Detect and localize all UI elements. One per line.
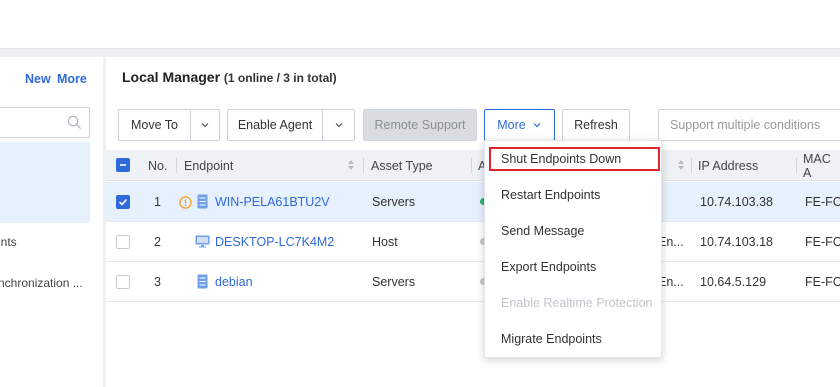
table-row[interactable]: 3 debian Servers En... 10.64.5.129 FE-FC <box>106 262 840 302</box>
enable-agent-button[interactable]: Enable Agent <box>227 109 322 141</box>
remote-support-button[interactable]: Remote Support <box>363 109 477 141</box>
chevron-down-icon <box>533 123 541 128</box>
mac-address: FE-FC <box>805 235 840 249</box>
table-row[interactable]: 1 WIN-PELA61BTU2V Servers 10.74.103.38 F… <box>106 182 840 222</box>
menu-item-migrate[interactable]: Migrate Endpoints <box>485 321 663 357</box>
group-item-selected[interactable] <box>0 142 90 223</box>
ip-address: 10.74.103.38 <box>700 195 773 209</box>
table-row[interactable]: 2 DESKTOP-LC7K4M2 Host En... 10.74.103.1… <box>106 222 840 262</box>
search-input[interactable]: Support multiple conditions <box>658 109 840 141</box>
menu-item-enable-realtime-protection: Enable Realtime Protection <box>501 296 653 310</box>
mac-address: FE-FC <box>805 195 840 209</box>
chevron-down-icon <box>201 123 209 128</box>
menu-item-shut-down[interactable]: Shut Endpoints Down <box>485 141 663 177</box>
sort-icon[interactable] <box>347 159 355 171</box>
column-mac-address[interactable]: MAC A <box>803 150 840 181</box>
check-icon <box>118 198 128 206</box>
menu-item-export[interactable]: Export Endpoints <box>485 249 663 285</box>
chevron-down-icon <box>335 123 342 128</box>
group-search-input[interactable] <box>0 107 90 138</box>
minus-icon <box>120 164 126 166</box>
endpoint-link[interactable]: debian <box>215 262 253 302</box>
column-no: No. <box>148 158 168 173</box>
main-panel: Local Manager (1 online / 3 in total) Mo… <box>106 57 840 387</box>
page-title: Local Manager (1 online / 3 in total) <box>122 69 337 85</box>
column-endpoint[interactable]: Endpoint <box>184 150 233 181</box>
endpoint-count: (1 online / 3 in total) <box>223 71 337 85</box>
asset-type: Host <box>372 235 398 249</box>
menu-item-restart[interactable]: Restart Endpoints <box>485 177 663 213</box>
server-icon <box>197 194 208 209</box>
row-number: 2 <box>154 235 161 249</box>
monitor-icon <box>195 235 210 248</box>
row-number: 1 <box>154 195 161 209</box>
column-asset-type[interactable]: Asset Type <box>371 150 433 181</box>
more-button-label: More <box>497 118 526 132</box>
group-item[interactable]: ints <box>0 235 17 249</box>
endpoint-link[interactable]: DESKTOP-LC7K4M2 <box>215 222 334 262</box>
row-checkbox[interactable] <box>116 195 130 209</box>
sort-icon[interactable] <box>677 159 685 171</box>
move-to-dropdown[interactable] <box>190 109 220 141</box>
ip-address: 10.74.103.18 <box>700 235 773 249</box>
row-number: 3 <box>154 275 161 289</box>
ip-address: 10.64.5.129 <box>700 275 767 289</box>
select-all-checkbox[interactable] <box>116 158 130 172</box>
top-bar <box>0 0 840 49</box>
more-button[interactable]: More <box>484 109 555 141</box>
more-dropdown-menu: Shut Endpoints Down Restart Endpoints Se… <box>484 140 662 358</box>
group-item[interactable]: nchronization ... <box>0 276 83 290</box>
row-checkbox[interactable] <box>116 275 130 289</box>
move-to-button[interactable]: Move To <box>118 109 190 141</box>
warning-icon[interactable] <box>179 196 192 209</box>
refresh-button[interactable]: Refresh <box>562 109 630 141</box>
asset-type: Servers <box>372 195 416 209</box>
new-button[interactable]: New <box>25 72 51 86</box>
mac-address: FE-FC <box>805 275 840 289</box>
table-header: No. Endpoint Asset Type A IP Address MAC… <box>106 150 840 181</box>
asset-type: Servers <box>372 275 416 289</box>
server-icon <box>197 274 208 289</box>
column-ip-address[interactable]: IP Address <box>698 150 758 181</box>
row-checkbox[interactable] <box>116 235 130 249</box>
endpoint-link[interactable]: WIN-PELA61BTU2V <box>215 182 330 222</box>
enable-agent-dropdown[interactable] <box>322 109 355 141</box>
left-panel: New More ints nchronization ... <box>0 57 103 387</box>
more-link[interactable]: More <box>57 72 87 86</box>
search-icon[interactable] <box>67 115 82 130</box>
page-title-text: Local Manager <box>122 69 221 85</box>
menu-item-send-message[interactable]: Send Message <box>485 213 663 249</box>
